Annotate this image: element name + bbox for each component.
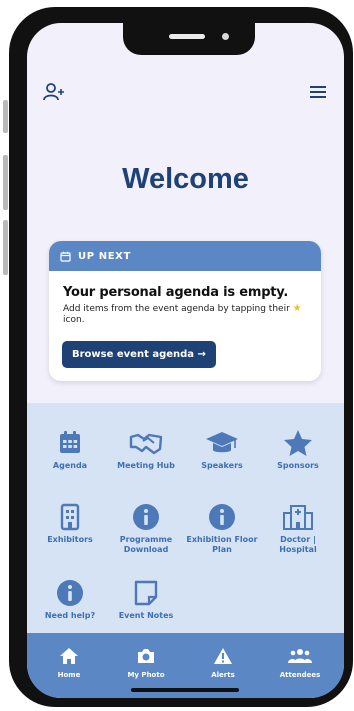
tab-attendees[interactable]: Attendees xyxy=(265,647,335,679)
notch xyxy=(123,23,255,55)
tile-meeting-hub[interactable]: Meeting Hub xyxy=(108,429,184,471)
add-user-icon[interactable] xyxy=(41,79,67,105)
up-next-label: UP NEXT xyxy=(78,250,131,262)
desc-text-end: icon. xyxy=(63,315,85,325)
agenda-empty-desc: Add items from the event agenda by tappi… xyxy=(63,303,309,326)
top-bar xyxy=(27,79,344,119)
tile-label: Exhibition Floor Plan xyxy=(186,535,258,554)
home-icon xyxy=(60,648,78,664)
tile-label: Speakers xyxy=(201,461,243,470)
tab-label: Attendees xyxy=(279,671,321,679)
people-icon xyxy=(288,649,312,663)
hospital-icon xyxy=(283,505,313,530)
info-icon xyxy=(133,504,159,530)
side-button xyxy=(3,100,8,133)
tab-label: Home xyxy=(57,671,81,679)
tile-agenda[interactable]: Agenda xyxy=(32,429,108,471)
info-icon xyxy=(57,580,83,606)
tile-label: Agenda xyxy=(52,461,88,470)
tile-exhibition-floor-plan[interactable]: Exhibition Floor Plan xyxy=(184,503,260,555)
tab-label: My Photo xyxy=(127,671,165,679)
agenda-empty-title: Your personal agenda is empty. xyxy=(63,285,289,300)
star-icon xyxy=(284,430,312,456)
tile-programme-download[interactable]: Programme Download xyxy=(108,503,184,555)
tile-need-help[interactable]: Need help? xyxy=(32,579,108,621)
up-next-card: UP NEXT Your personal agenda is empty. A… xyxy=(49,241,321,381)
tile-label: Exhibitors xyxy=(47,535,93,544)
tab-alerts[interactable]: Alerts xyxy=(188,647,258,679)
tab-my-photo[interactable]: My Photo xyxy=(111,647,181,679)
note-icon xyxy=(134,580,158,606)
speaker xyxy=(169,34,205,39)
camera-icon xyxy=(138,649,154,663)
tile-label: Sponsors xyxy=(277,461,319,470)
alert-icon xyxy=(214,648,232,664)
tile-label: Need help? xyxy=(44,611,96,620)
building-icon xyxy=(60,503,80,531)
tile-event-notes[interactable]: Event Notes xyxy=(108,579,184,621)
tile-label: Doctor | Hospital xyxy=(279,535,317,554)
app-screen: Welcome UP NEXT Your personal agenda is … xyxy=(27,23,344,698)
calendar-icon xyxy=(60,431,80,453)
handshake-icon xyxy=(129,433,163,455)
tile-label: Programme Download xyxy=(119,535,173,554)
info-icon xyxy=(209,504,235,530)
star-icon: ★ xyxy=(292,303,302,314)
tab-home[interactable]: Home xyxy=(34,647,104,679)
side-button xyxy=(3,220,8,275)
graduation-cap-icon xyxy=(206,432,238,453)
hamburger-menu-icon[interactable] xyxy=(306,81,330,103)
tile-exhibitors[interactable]: Exhibitors xyxy=(32,503,108,545)
front-camera xyxy=(222,33,229,40)
tab-label: Alerts xyxy=(211,671,235,679)
up-next-header: UP NEXT xyxy=(49,241,321,271)
tile-sponsors[interactable]: Sponsors xyxy=(260,429,336,471)
side-button xyxy=(3,155,8,210)
home-indicator[interactable] xyxy=(131,688,239,692)
tile-doctor-hospital[interactable]: Doctor | Hospital xyxy=(260,503,336,555)
bottom-tab-bar: Home My Photo Alerts Attendees xyxy=(27,633,344,698)
calendar-icon xyxy=(60,251,71,262)
tile-label: Meeting Hub xyxy=(117,461,175,470)
desc-text: Add items from the event agenda by tappi… xyxy=(63,304,290,314)
tile-label: Event Notes xyxy=(118,611,174,620)
page-title: Welcome xyxy=(122,163,249,195)
tile-speakers[interactable]: Speakers xyxy=(184,429,260,471)
browse-agenda-button[interactable]: Browse event agenda → xyxy=(62,341,216,368)
feature-grid: Agenda Meeting Hub Speakers Sponsors Exh… xyxy=(27,403,344,633)
